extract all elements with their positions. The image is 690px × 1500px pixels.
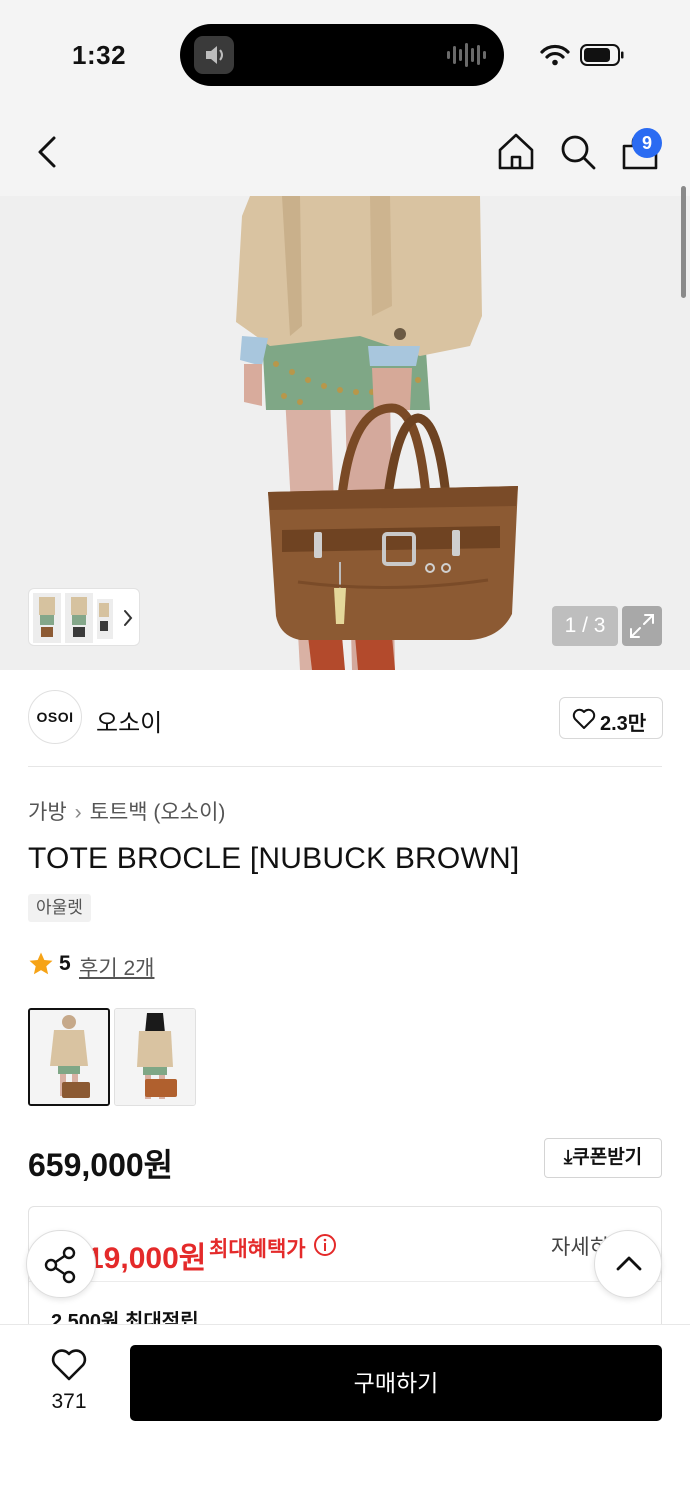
audio-wave-icon <box>447 43 486 67</box>
color-option-1[interactable] <box>28 1008 110 1106</box>
product-price: 659,000원 <box>28 1147 174 1183</box>
star-icon <box>29 952 53 975</box>
scroll-top-button[interactable] <box>594 1230 662 1298</box>
brand-logo[interactable]: OSOI <box>28 690 82 744</box>
breadcrumb-category[interactable]: 가방 <box>28 801 67 824</box>
max-benefit-label: 최대혜택가 <box>209 1238 306 1261</box>
wish-count: 371 <box>51 1390 87 1413</box>
brand-like-button[interactable]: 2.3만 <box>559 697 663 739</box>
wifi-icon <box>540 44 570 66</box>
breadcrumb: 가방 › 토트백 (오소이) <box>28 796 225 826</box>
color-option-1-image <box>30 1010 108 1104</box>
status-time: 1:32 <box>72 40 127 70</box>
cart-count-badge: 9 <box>632 128 662 158</box>
speaker-icon <box>194 36 234 74</box>
image-pager: 1 / 3 <box>552 606 618 646</box>
coupon-button[interactable]: ⤓쿠폰받기 <box>544 1138 662 1178</box>
back-arrow-icon[interactable] <box>28 130 68 174</box>
home-icon[interactable] <box>494 130 538 174</box>
dynamic-island <box>180 24 504 86</box>
product-title: TOTE BROCLE [NUBUCK BROWN] <box>28 842 520 875</box>
review-link[interactable]: 후기 2개 <box>79 952 154 982</box>
color-option-2[interactable] <box>114 1008 196 1106</box>
divider <box>28 766 662 767</box>
heart-icon[interactable] <box>50 1348 88 1382</box>
search-icon[interactable] <box>556 130 600 174</box>
expand-icon[interactable] <box>622 606 662 646</box>
status-bar: 1:32 <box>0 0 690 110</box>
max-benefit-price: 19,000원 <box>87 1242 207 1275</box>
buy-button[interactable]: 구매하기 <box>130 1345 662 1421</box>
breadcrumb-subcategory[interactable]: 토트백 (오소이) <box>90 801 226 824</box>
chevron-up-icon <box>616 1256 642 1271</box>
brand-name[interactable]: 오소이 <box>96 703 162 738</box>
download-icon: ⤓ <box>563 1147 573 1168</box>
chevron-right-icon: › <box>74 801 82 824</box>
share-icon <box>44 1246 76 1284</box>
info-icon[interactable] <box>313 1233 337 1257</box>
brand-like-count: 2.3만 <box>600 713 647 735</box>
battery-icon <box>580 44 624 66</box>
rating-value: 5 <box>59 952 71 975</box>
thumbnail-previews <box>33 593 133 643</box>
divider <box>29 1281 661 1282</box>
outlet-tag: 아울렛 <box>28 894 91 922</box>
scrollbar[interactable] <box>681 186 686 298</box>
coupon-button-label: 쿠폰받기 <box>572 1147 643 1168</box>
image-thumbnail-strip[interactable] <box>28 588 140 646</box>
heart-icon <box>572 708 596 729</box>
top-nav <box>0 110 690 196</box>
share-button[interactable] <box>26 1230 96 1298</box>
color-option-2-image <box>115 1009 195 1105</box>
